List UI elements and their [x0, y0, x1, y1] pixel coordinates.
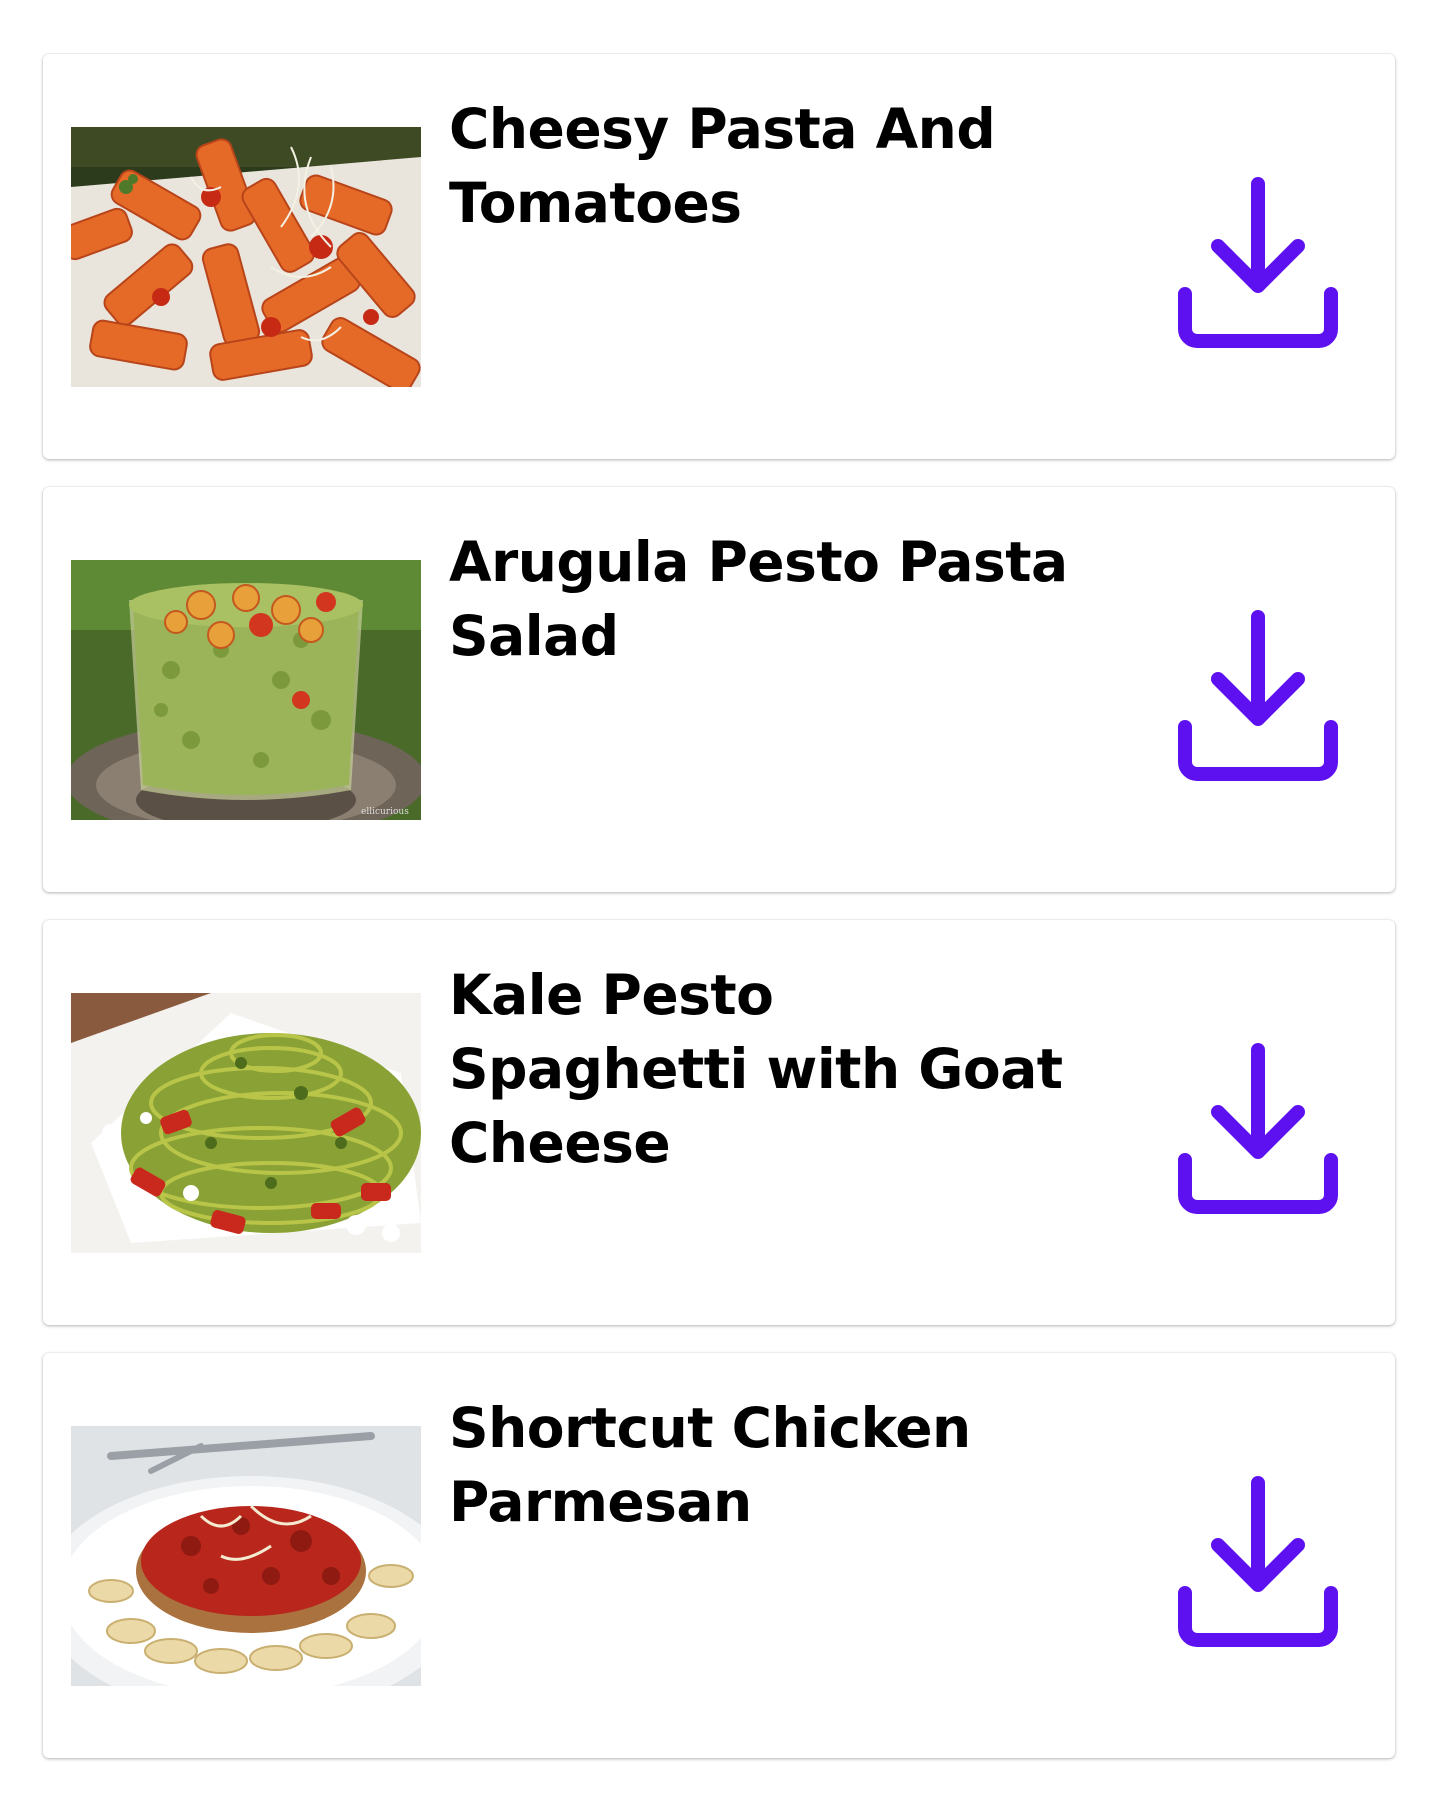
download-icon[interactable] [1143, 154, 1373, 384]
svg-text:ellicurious: ellicurious [361, 807, 409, 817]
recipe-image[interactable] [71, 1426, 421, 1686]
recipe-image[interactable] [71, 127, 421, 387]
recipe-title[interactable]: Shortcut Chicken Parmesan [449, 1391, 1089, 1539]
recipe-title[interactable]: Kale Pesto Spaghetti with Goat Cheese [449, 958, 1089, 1180]
recipe-title[interactable]: Cheesy Pasta And Tomatoes [449, 92, 1089, 240]
download-icon[interactable] [1143, 1453, 1373, 1683]
recipe-card[interactable]: ellicurious Arugula Pesto Pasta Salad [43, 487, 1395, 892]
recipe-title[interactable]: Arugula Pesto Pasta Salad [449, 525, 1089, 673]
download-icon[interactable] [1143, 587, 1373, 817]
recipe-card[interactable]: Cheesy Pasta And Tomatoes [43, 54, 1395, 459]
download-icon[interactable] [1143, 1020, 1373, 1250]
recipe-image[interactable]: ellicurious [71, 560, 421, 820]
recipe-card[interactable]: Kale Pesto Spaghetti with Goat Cheese [43, 920, 1395, 1325]
recipe-image[interactable] [71, 993, 421, 1253]
recipe-list: Cheesy Pasta And Tomatoes ellicurious Ar… [43, 54, 1395, 1786]
recipe-card[interactable]: Shortcut Chicken Parmesan [43, 1353, 1395, 1758]
